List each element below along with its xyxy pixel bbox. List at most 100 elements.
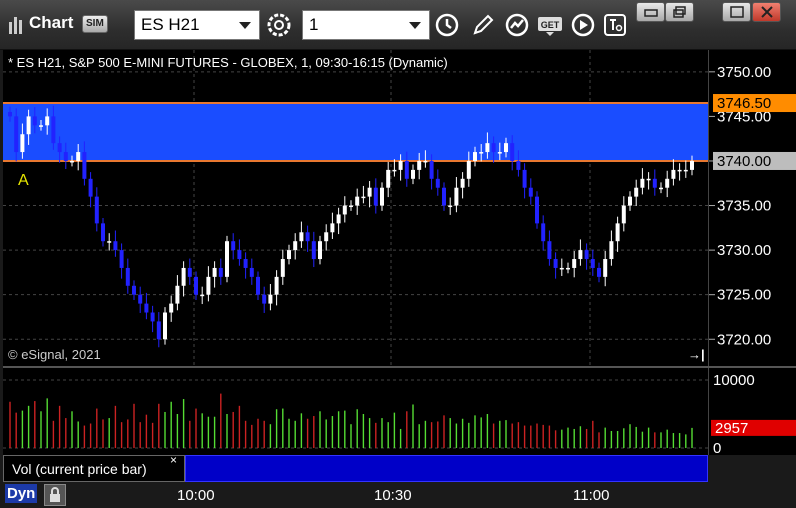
- candle-body: [88, 178, 93, 197]
- candle-body: [119, 250, 124, 268]
- price-axis-labels: 3750.003745.003740.003735.003730.003725.…: [709, 64, 796, 348]
- candle-body: [479, 152, 484, 154]
- candle-body: [634, 187, 639, 197]
- candle-body: [206, 276, 211, 295]
- candle-body: [442, 187, 446, 206]
- price-axis[interactable]: 3750.003745.003740.003735.003730.003725.…: [708, 50, 796, 366]
- volume-axis: 10000 0 2957: [708, 368, 796, 457]
- chevron-down-icon: [239, 22, 251, 29]
- candle-body: [20, 134, 25, 153]
- candle-body: [342, 205, 347, 215]
- candle-body: [280, 259, 285, 277]
- candle-body: [615, 223, 620, 242]
- candle-body: [94, 196, 99, 224]
- candle-body: [8, 111, 12, 117]
- candle-body: [640, 178, 645, 188]
- candle-body: [336, 214, 341, 224]
- volume-axis-labels: 10000 0 2957: [711, 372, 796, 457]
- play-icon[interactable]: [568, 10, 598, 40]
- price-badge-label: 3740.00: [717, 153, 771, 170]
- settings-gear-icon[interactable]: [264, 10, 294, 40]
- candle-body: [274, 276, 279, 295]
- chart-marker-label: A: [18, 172, 29, 189]
- candle-body: [373, 187, 378, 206]
- get-icon[interactable]: GET: [535, 10, 565, 40]
- candle-body: [262, 294, 267, 304]
- candle-body: [659, 187, 663, 190]
- candle-body: [63, 152, 68, 161]
- candle-body: [231, 241, 236, 251]
- candle-body: [243, 259, 248, 268]
- candlestick-chart[interactable]: A: [3, 50, 708, 366]
- candle-body: [45, 116, 50, 126]
- candle-body: [70, 160, 74, 163]
- symbol-value: ES H21: [141, 15, 200, 34]
- candle-body: [485, 143, 490, 153]
- lock-icon[interactable]: [44, 484, 66, 506]
- candle-body: [169, 303, 174, 313]
- study-icon[interactable]: [502, 10, 532, 40]
- symbol-dropdown[interactable]: ES H21: [134, 10, 260, 40]
- candle-body: [466, 160, 471, 179]
- volume-study-bar[interactable]: [185, 455, 708, 482]
- candle-body: [237, 250, 242, 260]
- volume-tick-label: 10000: [713, 372, 755, 389]
- close-study-icon[interactable]: ×: [170, 453, 177, 467]
- candle-body: [454, 187, 459, 206]
- candle-body: [305, 232, 310, 242]
- candle-body: [256, 276, 260, 295]
- price-tick-label: 3735.00: [717, 198, 771, 215]
- volume-tick-label: 0: [713, 440, 721, 455]
- maximize-icon[interactable]: [665, 2, 694, 22]
- candle-body: [82, 152, 87, 179]
- candle-body: [150, 312, 155, 322]
- candle-body: [411, 169, 415, 179]
- candle-body: [553, 259, 558, 268]
- candle-body: [268, 294, 273, 304]
- candle-body: [417, 160, 422, 170]
- candle-body: [76, 152, 81, 161]
- candle-body: [194, 276, 198, 295]
- candle-body: [628, 196, 632, 206]
- candle-body: [429, 160, 434, 179]
- window-title: Chart: [29, 13, 74, 32]
- interval-value: 1: [309, 15, 319, 34]
- time-tick-label: 10:00: [177, 487, 215, 504]
- candle-body: [113, 241, 118, 251]
- restore-icon[interactable]: [636, 2, 665, 22]
- clock-icon[interactable]: [432, 10, 462, 40]
- price-chart-pane[interactable]: A * ES H21, S&P 500 E-MINI FUTURES - GLO…: [3, 50, 708, 366]
- candle-body: [367, 187, 372, 197]
- sim-badge: SIM: [82, 15, 108, 33]
- tools-icon[interactable]: [600, 10, 630, 40]
- candle-body: [652, 178, 657, 188]
- candle-body: [504, 143, 508, 153]
- candle-body: [559, 267, 564, 270]
- candle-body: [584, 250, 589, 260]
- candle-body: [603, 259, 608, 277]
- chevron-down-icon: [409, 22, 421, 29]
- candle-body: [621, 205, 626, 224]
- volume-chart[interactable]: [3, 368, 708, 455]
- candle-body: [249, 267, 254, 277]
- candle-body: [349, 205, 353, 208]
- price-tick-label: 3730.00: [717, 242, 771, 259]
- candle-body: [547, 241, 552, 260]
- candle-body: [535, 196, 539, 224]
- candle-body: [510, 143, 515, 161]
- scroll-to-end-icon[interactable]: →|: [688, 347, 705, 362]
- candle-body: [26, 116, 31, 135]
- close-icon[interactable]: [752, 2, 781, 22]
- svg-text:GET: GET: [541, 20, 560, 30]
- candle-body: [683, 169, 688, 172]
- interval-dropdown[interactable]: 1: [302, 10, 430, 40]
- pencil-icon[interactable]: [468, 10, 498, 40]
- candle-body: [107, 241, 112, 243]
- time-tick-label: 10:30: [374, 487, 412, 504]
- dynamic-mode-label[interactable]: Dyn: [5, 484, 38, 503]
- price-badge-label: 3746.50: [717, 95, 771, 112]
- minimize-icon[interactable]: [722, 2, 751, 22]
- volume-pane[interactable]: [3, 368, 708, 455]
- candle-body: [330, 223, 335, 233]
- volume-study-label[interactable]: Vol (current price bar): [3, 455, 185, 482]
